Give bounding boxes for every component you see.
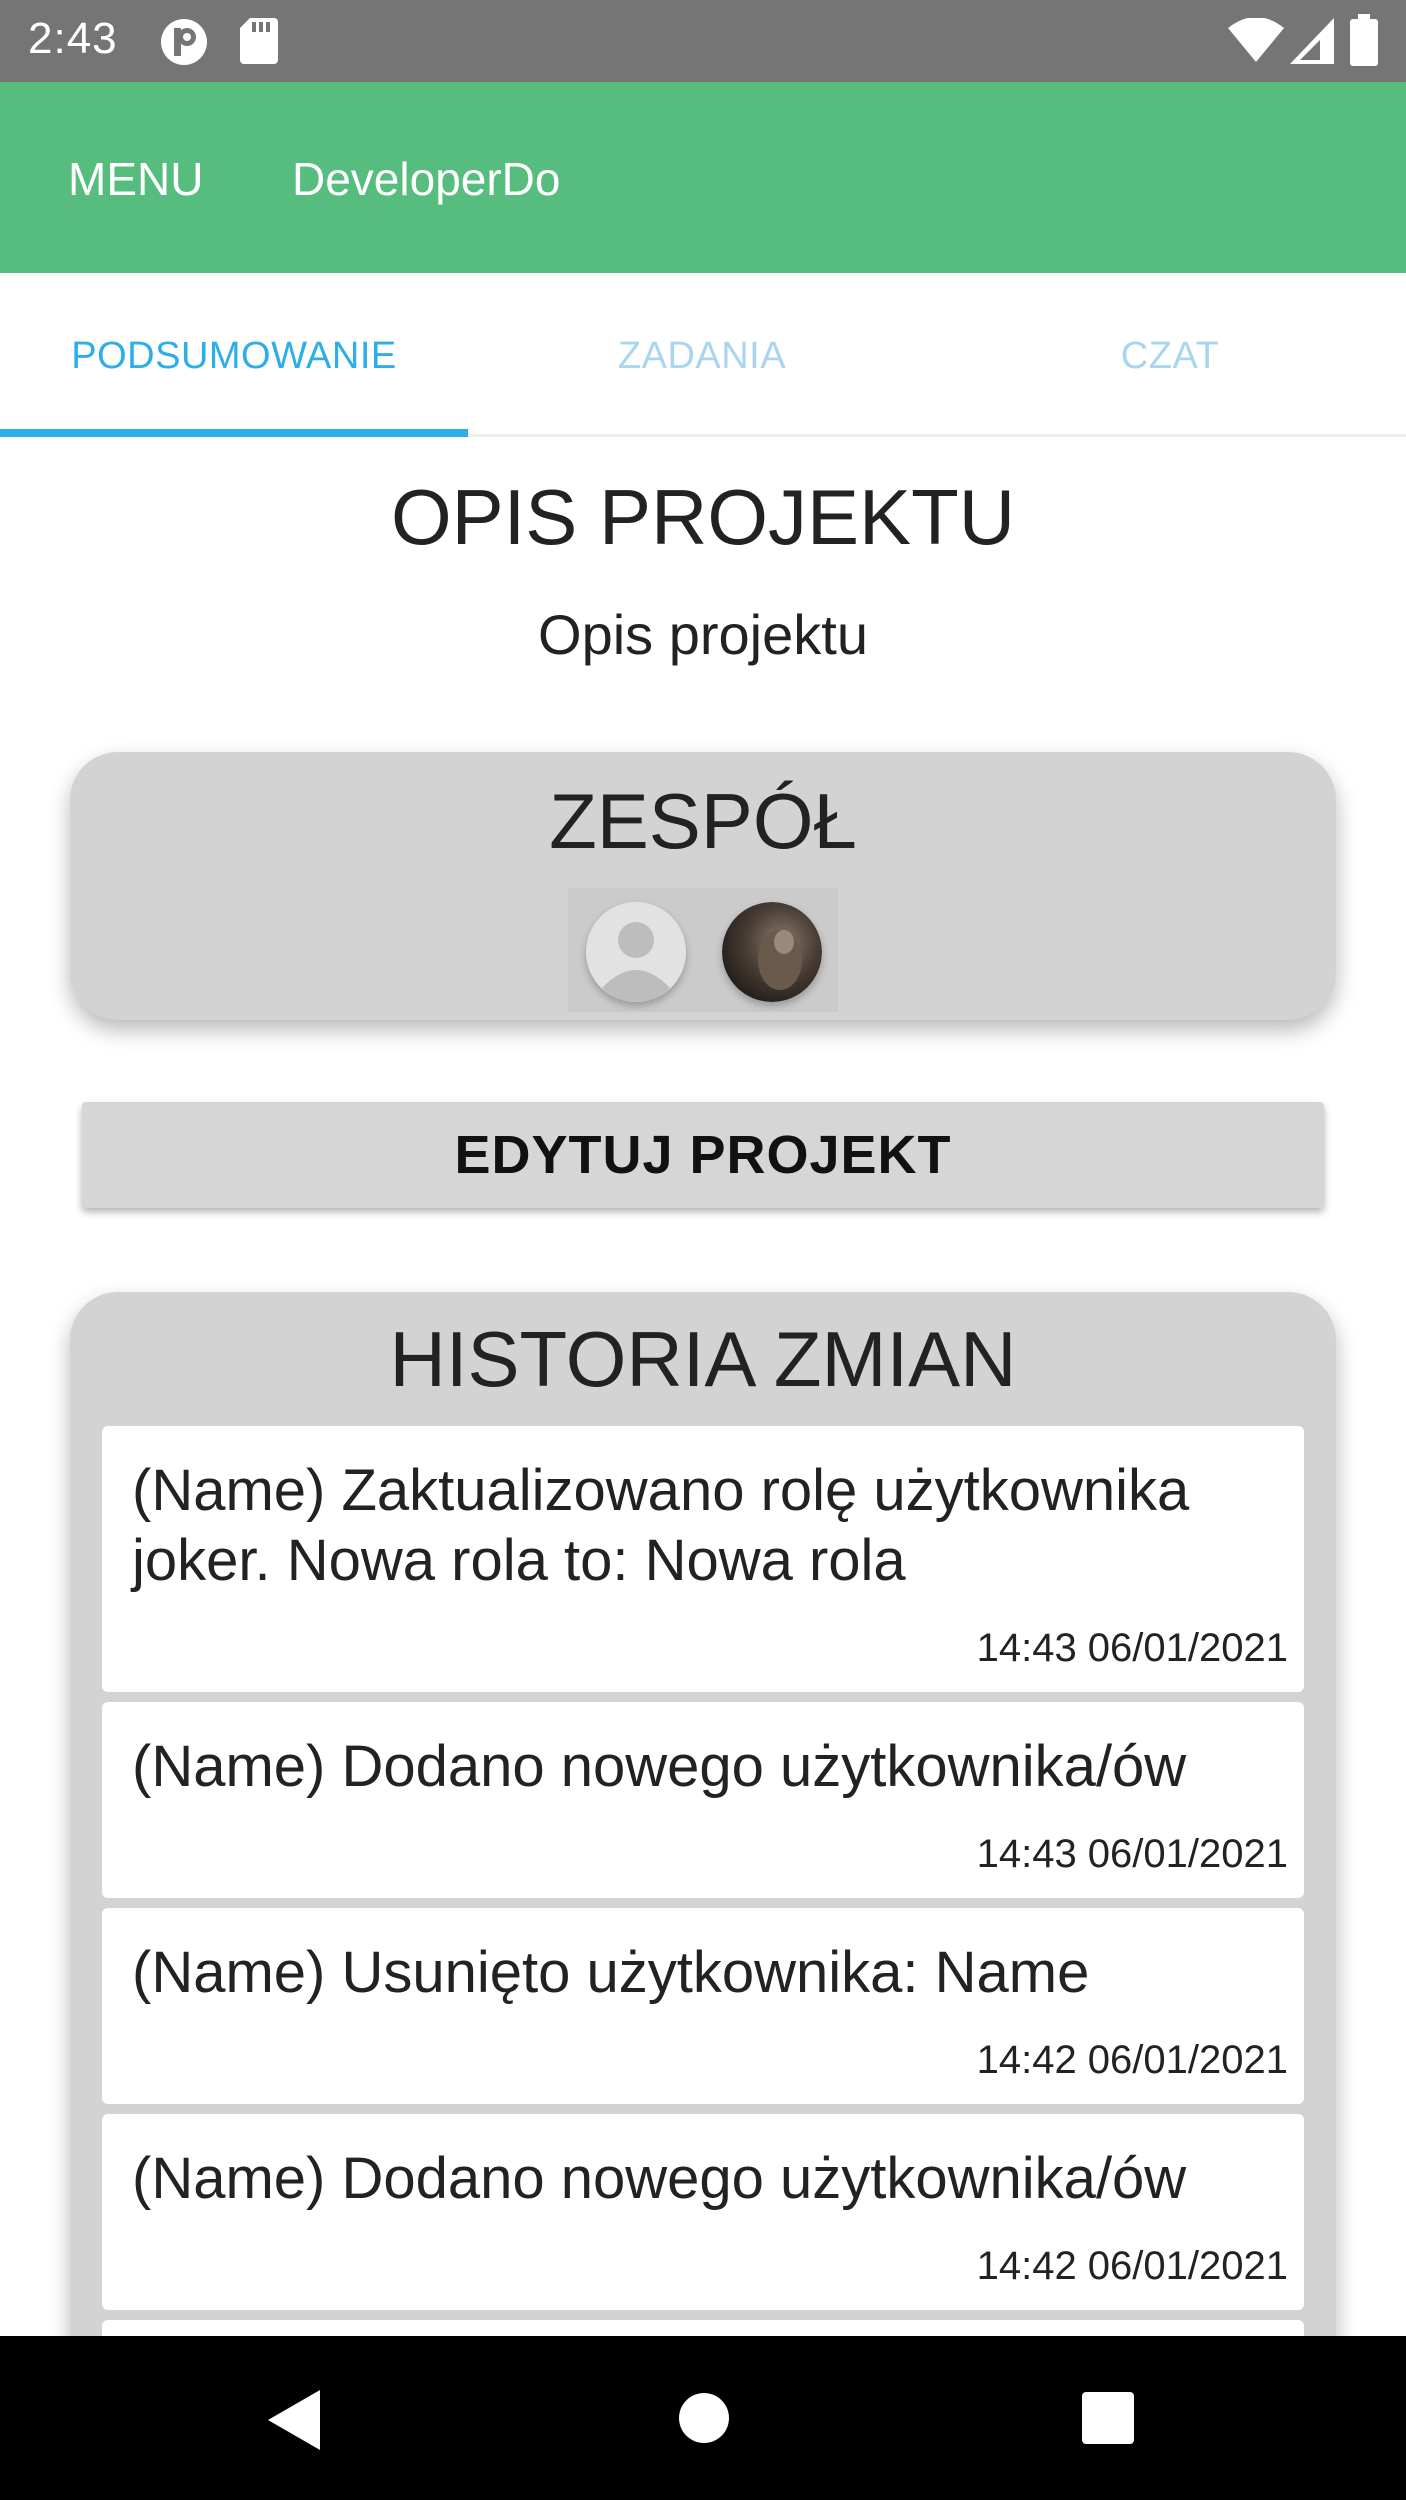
tab-podsumowanie[interactable]: PODSUMOWANIE: [0, 273, 468, 437]
app-bar: MENU DeveloperDo: [0, 82, 1406, 273]
battery-icon: [1350, 14, 1378, 71]
history-timestamp: 14:42 06/01/2021: [976, 2244, 1288, 2288]
tab-czat[interactable]: CZAT: [936, 273, 1404, 434]
project-description-text: Opis projektu: [538, 603, 868, 666]
tab-label: ZADANIA: [617, 335, 787, 377]
history-item: (Name) Zaktualizowano rolę użytkownika j…: [102, 1426, 1304, 1692]
p-badge-icon: [160, 18, 208, 71]
status-bar: 2:43: [0, 0, 1406, 82]
tab-label: CZAT: [1120, 335, 1220, 377]
navigation-bar: [0, 2336, 1406, 2500]
home-icon[interactable]: [678, 2392, 730, 2449]
wifi-icon: [1228, 17, 1284, 67]
history-timestamp: 14:43 06/01/2021: [976, 1832, 1288, 1876]
history-item: (Name) Usunięto użytkownika: Name 14:42 …: [102, 1908, 1304, 2104]
history-timestamp: 14:42 06/01/2021: [976, 2038, 1288, 2082]
tab-bar: PODSUMOWANIE ZADANIA CZAT: [0, 273, 1406, 437]
team-card: ZESPÓŁ: [70, 752, 1336, 1020]
default-avatar-icon[interactable]: [586, 902, 686, 1002]
photo-avatar[interactable]: [722, 902, 822, 1002]
history-title: HISTORIA ZMIAN: [389, 1315, 1017, 1403]
history-card: HISTORIA ZMIAN (Name) Zaktualizowano rol…: [70, 1292, 1336, 2452]
project-description-heading: OPIS PROJEKTU: [390, 473, 1016, 561]
history-item: (Name) Dodano nowego użytkownika/ów 14:4…: [102, 1702, 1304, 1898]
history-item: (Name) Dodano nowego użytkownika/ów 14:4…: [102, 2114, 1304, 2310]
tab-zadania[interactable]: ZADANIA: [468, 273, 936, 434]
team-members: [568, 888, 838, 1012]
history-message: (Name) Usunięto użytkownika: Name: [132, 1940, 1090, 2005]
history-timestamp: 14:43 06/01/2021: [976, 1626, 1288, 1670]
history-message: (Name) Dodano nowego użytkownika/ów: [132, 1734, 1187, 1799]
edit-project-button[interactable]: EDYTUJ PROJEKT: [82, 1102, 1324, 1208]
history-message: (Name) Zaktualizowano rolę użytkownika j…: [132, 1458, 1190, 1593]
app-title: DeveloperDo: [292, 153, 561, 205]
tab-label: PODSUMOWANIE: [71, 335, 397, 377]
recents-icon[interactable]: [1082, 2392, 1134, 2449]
status-time: 2:43: [28, 14, 118, 63]
menu-button[interactable]: MENU: [68, 152, 203, 206]
cell-signal-icon: [1290, 18, 1334, 69]
sd-card-icon: [240, 18, 278, 69]
active-tab-indicator: [0, 429, 468, 437]
history-message: (Name) Dodano nowego użytkownika/ów: [132, 2146, 1187, 2211]
back-icon[interactable]: [268, 2390, 320, 2455]
team-title: ZESPÓŁ: [549, 777, 857, 865]
